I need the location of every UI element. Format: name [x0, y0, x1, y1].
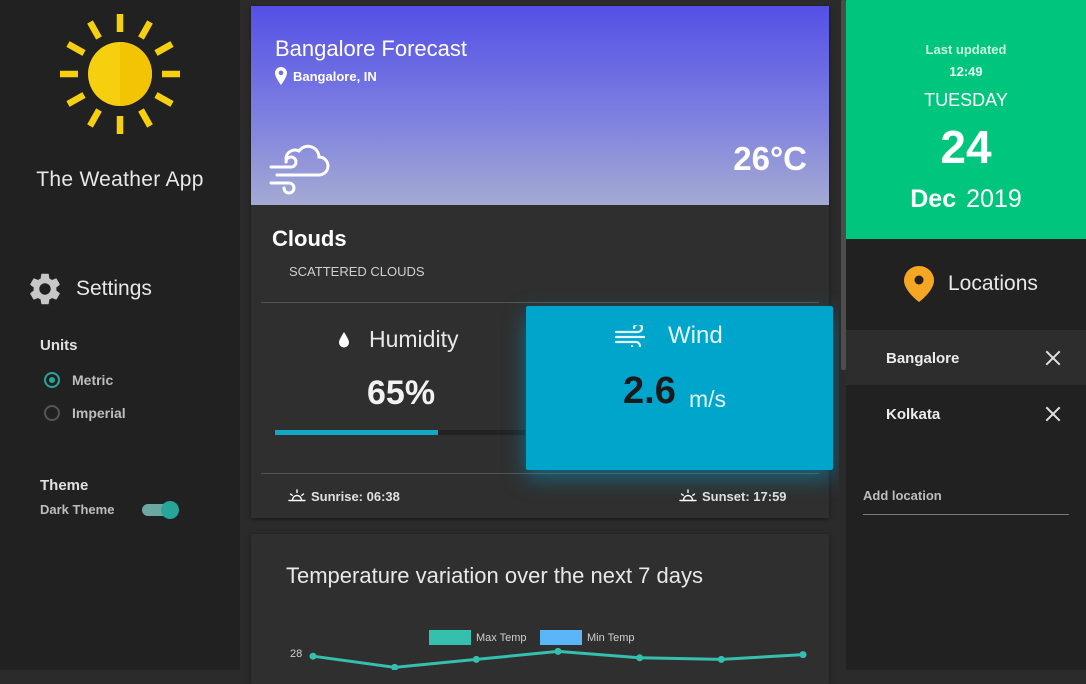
sunrise: Sunrise: 06:38	[288, 488, 400, 504]
legend-swatch-max	[429, 630, 471, 645]
add-location-input[interactable]	[863, 476, 1069, 515]
dark-theme-toggle[interactable]	[140, 501, 179, 519]
units-option-metric: Metric	[72, 372, 114, 388]
wind-card: Wind 2.6 m/s	[526, 306, 833, 470]
date-panel: Last updated 12:49 TUESDAY 24 Dec 2019	[846, 0, 1086, 239]
y-tick-label: 28	[290, 648, 302, 660]
right-sidebar: Last updated 12:49 TUESDAY 24 Dec 2019 Lo…	[846, 0, 1086, 670]
wind-header: Wind	[614, 322, 723, 350]
humidity-label: Humidity	[369, 326, 459, 352]
locations-header: Locations	[904, 266, 1038, 302]
sunset-icon	[679, 489, 697, 502]
units-label: Units	[40, 337, 78, 354]
humidity-progress-bar	[275, 430, 525, 435]
data-point[interactable]	[717, 655, 725, 663]
divider	[261, 473, 819, 474]
cloud-wind-icon	[269, 144, 330, 195]
divider	[261, 302, 819, 303]
location-item-bangalore[interactable]: Bangalore	[846, 330, 1086, 385]
wind-value: 2.6	[623, 370, 676, 412]
humidity-progress-fill	[275, 430, 438, 435]
data-point[interactable]	[309, 652, 317, 660]
legend-label-max: Max Temp	[476, 632, 527, 644]
temperature: 26°C	[733, 140, 807, 177]
forecast-location-text: Bangalore, IN	[293, 68, 377, 84]
humidity-header: Humidity	[337, 326, 458, 353]
sunrise-icon	[288, 489, 306, 502]
sunrise-text: Sunrise: 06:38	[311, 488, 400, 504]
units-radio-metric[interactable]: Metric	[44, 372, 113, 388]
gear-icon	[30, 273, 60, 305]
settings-header: Settings	[26, 270, 152, 308]
close-icon[interactable]	[1045, 350, 1061, 366]
location-name: Bangalore	[886, 350, 960, 367]
toggle-knob	[161, 501, 179, 519]
dark-theme-label: Dark Theme	[40, 502, 115, 517]
humidity-value: 65%	[367, 374, 436, 412]
year: 2019	[966, 185, 1022, 213]
legend-label-min: Min Temp	[587, 632, 634, 644]
sunset-text: Sunset: 17:59	[702, 488, 787, 504]
wind-unit: m/s	[689, 386, 727, 412]
units-radio-imperial[interactable]: Imperial	[44, 405, 126, 421]
forecast-title: Bangalore Forecast	[275, 36, 467, 61]
data-point[interactable]	[636, 654, 644, 662]
forecast-location: Bangalore, IN	[275, 67, 377, 85]
sun-icon	[60, 14, 180, 134]
radio-unchecked-icon	[44, 405, 60, 421]
data-point[interactable]	[554, 647, 562, 655]
radio-checked-icon	[44, 372, 60, 388]
theme-label: Theme	[40, 477, 89, 494]
wind-icon	[614, 325, 646, 347]
units-option-imperial: Imperial	[72, 405, 126, 421]
map-pin-icon	[904, 266, 934, 302]
close-icon[interactable]	[1045, 406, 1061, 422]
locations-title: Locations	[948, 272, 1038, 295]
condition-title: Clouds	[272, 226, 347, 251]
weekday: TUESDAY	[924, 90, 1008, 110]
data-point[interactable]	[391, 663, 399, 670]
month-year: Dec 2019	[846, 185, 1086, 214]
location-item-kolkata[interactable]: Kolkata	[846, 386, 1086, 441]
location-pin-icon	[275, 67, 287, 85]
temperature-chart: Max Temp Min Temp 28	[290, 630, 807, 670]
last-updated-label: Last updated	[925, 42, 1007, 57]
last-updated-time: 12:49	[949, 64, 983, 79]
forecast-hero: Bangalore Forecast Bangalore, IN 26°C	[251, 6, 829, 205]
data-point[interactable]	[472, 655, 480, 663]
settings-title: Settings	[76, 277, 152, 300]
location-name: Kolkata	[886, 406, 941, 423]
day-number: 24	[940, 121, 992, 173]
left-sidebar: The Weather App Settings Units Metric Im…	[0, 0, 240, 670]
app-title: The Weather App	[36, 168, 204, 191]
sunset: Sunset: 17:59	[679, 488, 787, 504]
wind-label: Wind	[668, 322, 723, 349]
water-drop-icon	[339, 331, 349, 347]
month: Dec	[910, 185, 957, 213]
legend-swatch-min	[540, 630, 582, 645]
data-point[interactable]	[799, 651, 807, 659]
condition-description: SCATTERED CLOUDS	[289, 264, 425, 279]
temperature-chart-card: Temperature variation over the next 7 da…	[251, 534, 829, 684]
